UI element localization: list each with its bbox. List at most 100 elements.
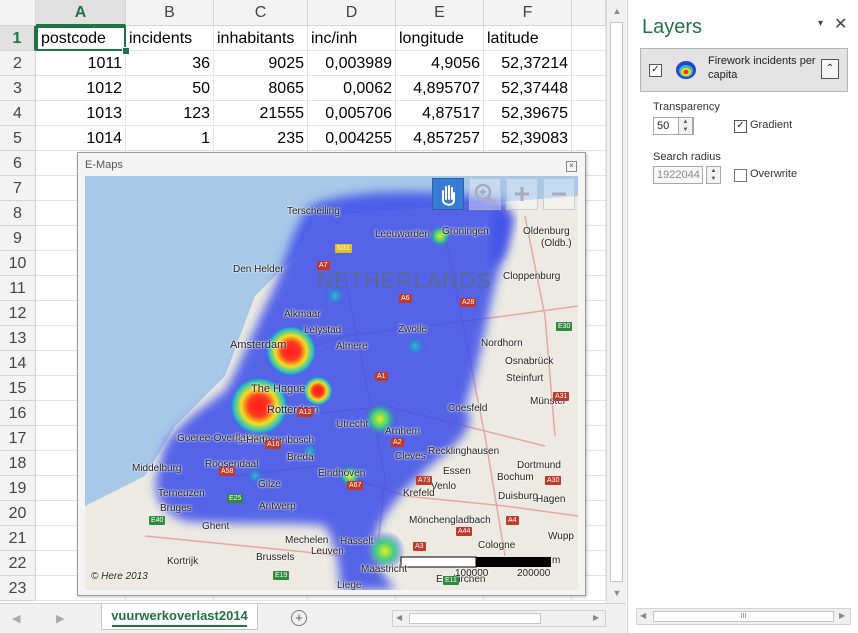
- map-canvas[interactable]: NETHERLANDS Terschelling Groningen Oldenbu…: [85, 176, 578, 590]
- empty-cell[interactable]: [572, 101, 606, 126]
- row-header-22[interactable]: 22: [0, 551, 36, 576]
- row-header-19[interactable]: 19: [0, 476, 36, 501]
- row-header-12[interactable]: 12: [0, 301, 36, 326]
- pane-scroll-right-icon[interactable]: ▶: [839, 611, 845, 620]
- data-cell[interactable]: 4,895707: [396, 76, 484, 101]
- data-cell[interactable]: 0,005706: [308, 101, 396, 126]
- row-header-13[interactable]: 13: [0, 326, 36, 351]
- data-cell[interactable]: 52,37448: [484, 76, 572, 101]
- sheet-horizontal-scrollbar[interactable]: ◀ ▶: [392, 610, 606, 627]
- data-cell[interactable]: 36: [126, 51, 214, 76]
- transparency-spinner[interactable]: ▲ ▼: [678, 117, 693, 135]
- row-header-1[interactable]: 1: [0, 26, 36, 51]
- row-header-2[interactable]: 2: [0, 51, 36, 76]
- data-cell[interactable]: 0,0062: [308, 76, 396, 101]
- data-cell[interactable]: 9025: [214, 51, 308, 76]
- row-header-5[interactable]: 5: [0, 126, 36, 151]
- row-header-7[interactable]: 7: [0, 176, 36, 201]
- select-all-corner[interactable]: [0, 0, 36, 26]
- column-header-c[interactable]: C: [214, 0, 308, 26]
- row-header-15[interactable]: 15: [0, 376, 36, 401]
- zoom-out-icon[interactable]: [543, 178, 575, 210]
- close-icon[interactable]: ×: [566, 161, 577, 172]
- data-cell[interactable]: 123: [126, 101, 214, 126]
- data-cell[interactable]: 4,9056: [396, 51, 484, 76]
- data-cell[interactable]: 1011: [36, 51, 126, 76]
- pane-close-icon[interactable]: ✕: [834, 14, 847, 34]
- collapse-layer-button[interactable]: ⌃: [821, 59, 839, 79]
- pane-horizontal-scrollbar[interactable]: ◀ III ▶: [636, 608, 851, 625]
- scroll-up-arrow-icon[interactable]: ▲: [607, 2, 627, 20]
- tab-scroll-left-icon[interactable]: ◀: [12, 612, 20, 625]
- data-cell[interactable]: 50: [126, 76, 214, 101]
- pane-scroll-thumb[interactable]: III: [653, 611, 834, 622]
- row-header-14[interactable]: 14: [0, 351, 36, 376]
- row-header-4[interactable]: 4: [0, 101, 36, 126]
- data-cell[interactable]: 4,857257: [396, 126, 484, 151]
- column-header-d[interactable]: D: [308, 0, 396, 26]
- data-cell[interactable]: 8065: [214, 76, 308, 101]
- data-cell[interactable]: 21555: [214, 101, 308, 126]
- scrollbar-thumb[interactable]: [610, 22, 623, 582]
- header-cell[interactable]: longitude: [396, 26, 484, 51]
- empty-cell[interactable]: [572, 26, 606, 51]
- sheet-vertical-scrollbar[interactable]: ▲ ▼: [606, 0, 626, 603]
- add-sheet-button[interactable]: +: [291, 610, 307, 626]
- empty-cell[interactable]: [572, 51, 606, 76]
- column-header-g[interactable]: [572, 0, 606, 26]
- row-header-16[interactable]: 16: [0, 401, 36, 426]
- column-header-a[interactable]: A: [36, 0, 126, 26]
- header-cell[interactable]: incidents: [126, 26, 214, 51]
- data-cell[interactable]: 1014: [36, 126, 126, 151]
- fill-handle[interactable]: [122, 47, 130, 55]
- active-cell[interactable]: postcode: [36, 26, 126, 51]
- pane-menu-icon[interactable]: ▾: [818, 18, 823, 29]
- layer-item-firework-incidents[interactable]: ✓ Firework incidents per capita ⌃: [640, 48, 848, 92]
- overwrite-checkbox[interactable]: [734, 169, 747, 182]
- pane-scroll-left-icon[interactable]: ◀: [640, 611, 646, 620]
- column-header-b[interactable]: B: [126, 0, 214, 26]
- search-radius-input[interactable]: 1922044: [653, 166, 703, 184]
- emaps-window[interactable]: E-Maps × NETHERLANDS Terschelling Gronin…: [77, 152, 586, 596]
- tab-scroll-right-icon[interactable]: ▶: [56, 612, 64, 625]
- row-header-20[interactable]: 20: [0, 501, 36, 526]
- data-cell[interactable]: 0,004255: [308, 126, 396, 151]
- data-cell[interactable]: 52,37214: [484, 51, 572, 76]
- search-radius-spinner[interactable]: ▲ ▼: [706, 166, 721, 184]
- scroll-left-arrow-icon[interactable]: ◀: [396, 613, 402, 622]
- row-header-3[interactable]: 3: [0, 76, 36, 101]
- data-cell[interactable]: 1: [126, 126, 214, 151]
- data-cell[interactable]: 1013: [36, 101, 126, 126]
- row-header-17[interactable]: 17: [0, 426, 36, 451]
- hscroll-thumb[interactable]: [409, 613, 541, 624]
- row-header-23[interactable]: 23: [0, 576, 36, 601]
- layer-visible-checkbox[interactable]: ✓: [649, 64, 662, 77]
- zoom-select-icon[interactable]: [469, 178, 501, 210]
- row-header-21[interactable]: 21: [0, 526, 36, 551]
- row-header-9[interactable]: 9: [0, 226, 36, 251]
- scroll-right-arrow-icon[interactable]: ▶: [593, 613, 599, 622]
- pan-hand-icon[interactable]: [432, 178, 464, 210]
- row-header-10[interactable]: 10: [0, 251, 36, 276]
- header-cell[interactable]: latitude: [484, 26, 572, 51]
- tab-vuurwerkoverlast2014[interactable]: vuurwerkoverlast2014: [101, 604, 258, 630]
- column-header-e[interactable]: E: [396, 0, 484, 26]
- empty-cell[interactable]: [572, 126, 606, 151]
- data-cell[interactable]: 52,39675: [484, 101, 572, 126]
- data-cell[interactable]: 235: [214, 126, 308, 151]
- row-header-11[interactable]: 11: [0, 276, 36, 301]
- header-cell[interactable]: inhabitants: [214, 26, 308, 51]
- header-cell[interactable]: inc/inh: [308, 26, 396, 51]
- gradient-checkbox[interactable]: ✓: [734, 120, 747, 133]
- data-cell[interactable]: 4,87517: [396, 101, 484, 126]
- column-header-f[interactable]: F: [484, 0, 572, 26]
- empty-cell[interactable]: [572, 76, 606, 101]
- row-header-18[interactable]: 18: [0, 451, 36, 476]
- scroll-down-arrow-icon[interactable]: ▼: [607, 584, 627, 602]
- data-cell[interactable]: 1012: [36, 76, 126, 101]
- row-header-6[interactable]: 6: [0, 151, 36, 176]
- data-cell[interactable]: 52,39083: [484, 126, 572, 151]
- data-cell[interactable]: 0,003989: [308, 51, 396, 76]
- row-header-8[interactable]: 8: [0, 201, 36, 226]
- zoom-in-icon[interactable]: [506, 178, 538, 210]
